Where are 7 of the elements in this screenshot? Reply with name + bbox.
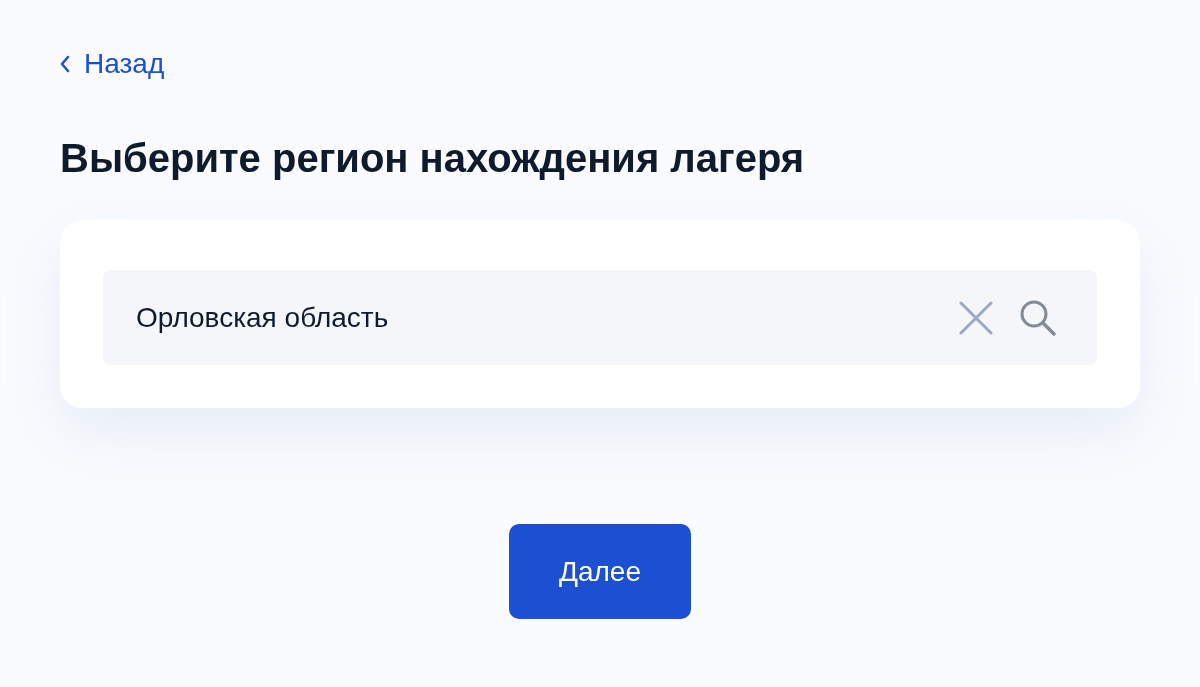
page-title: Выберите регион нахождения лагеря — [60, 135, 806, 182]
search-field[interactable]: Орловская область — [103, 270, 1097, 365]
search-icon[interactable] — [1019, 298, 1057, 337]
back-link[interactable]: Назад — [60, 48, 165, 80]
close-icon[interactable] — [959, 300, 993, 335]
next-button[interactable]: Далее — [509, 524, 691, 619]
chevron-left-icon — [60, 55, 70, 73]
